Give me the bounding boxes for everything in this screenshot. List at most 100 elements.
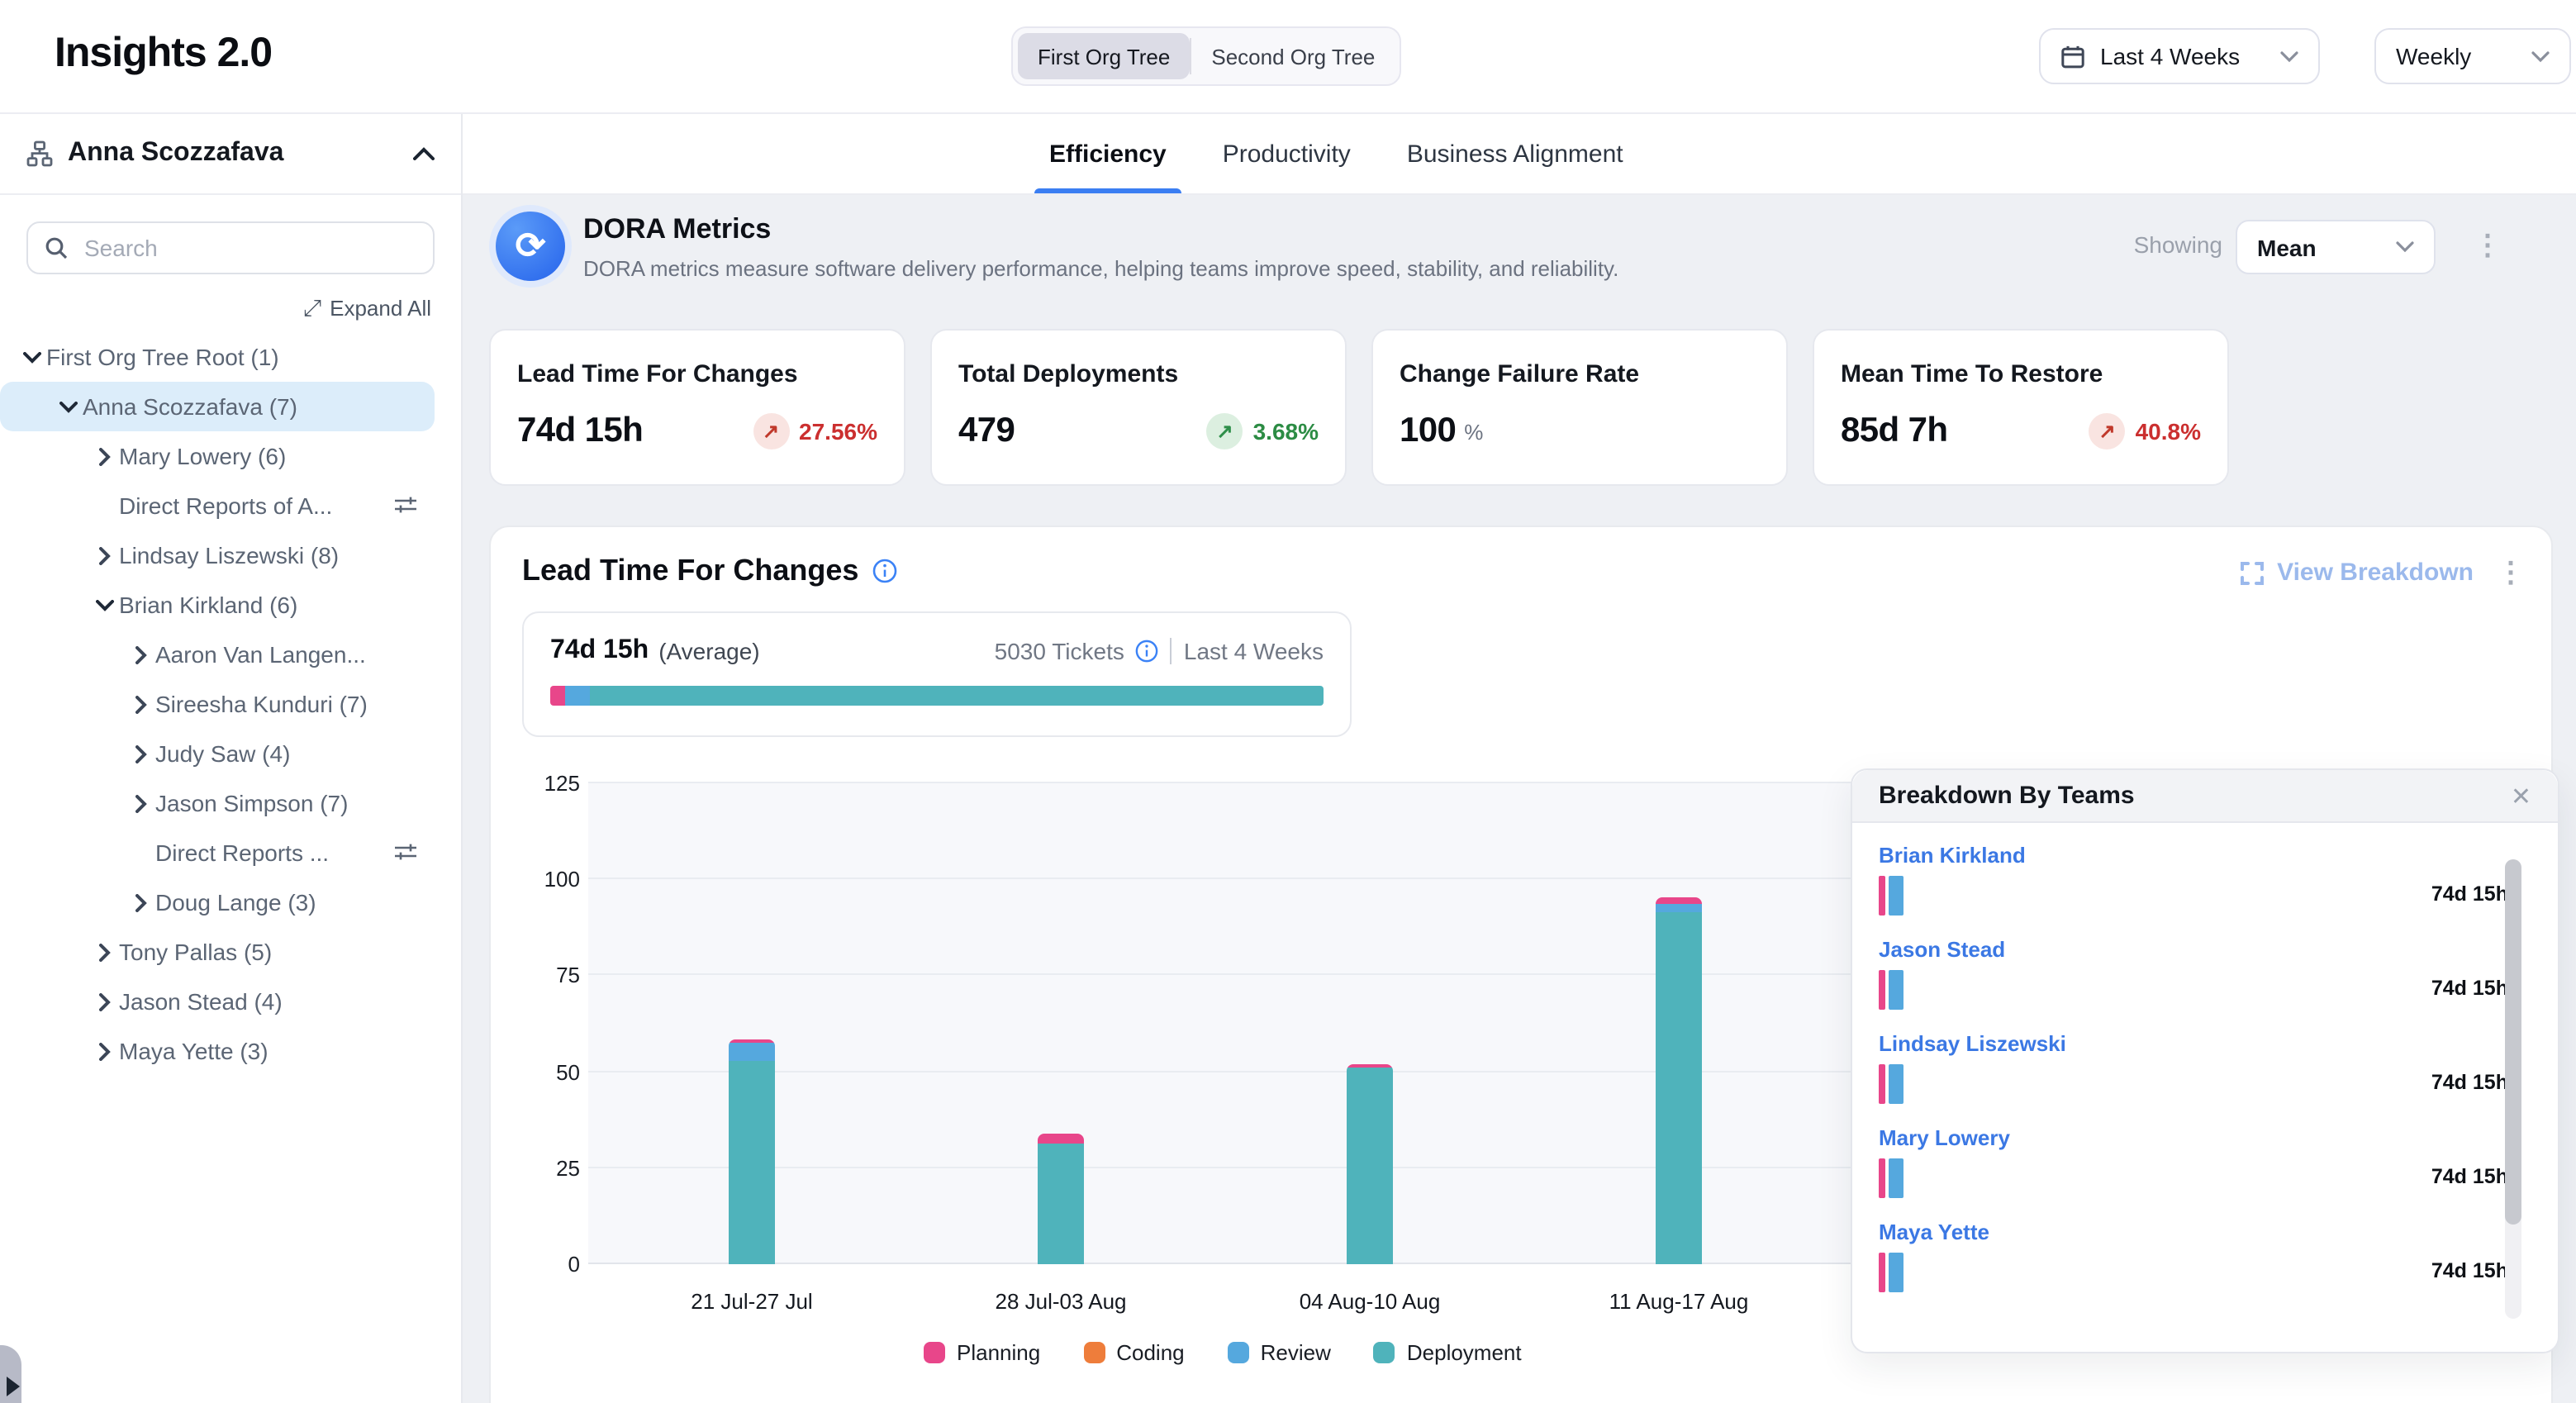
team-bar-segment-planning — [1879, 876, 1885, 916]
team-bar-segment-planning — [1879, 1064, 1885, 1104]
tree-item-maya-yette[interactable]: Maya Yette (3) — [0, 1026, 435, 1076]
main-area: Efficiency Productivity Business Alignment… — [463, 114, 2576, 1403]
team-row-jason-stead: Jason Stead 74d 15h — [1879, 937, 2508, 1010]
collapse-sidebar-icon[interactable] — [413, 147, 435, 160]
granularity-value: Weekly — [2396, 43, 2471, 69]
bar-segment — [1347, 1068, 1393, 1264]
tree-item-label: Mary Lowery (6) — [119, 443, 286, 469]
tree-item-jason-stead[interactable]: Jason Stead (4) — [0, 977, 435, 1026]
tree-chevron-right-icon[interactable] — [126, 744, 155, 763]
sidebar-resize-handle[interactable] — [0, 1345, 21, 1403]
tree-chevron-right-icon[interactable] — [89, 1042, 119, 1060]
average-value: 74d 15h — [550, 636, 649, 666]
search-input[interactable] — [81, 233, 416, 263]
x-tick-label: 28 Jul-03 Aug — [995, 1289, 1126, 1314]
team-name-link[interactable]: Maya Yette — [1879, 1220, 2508, 1244]
tree-item-doug-lange[interactable]: Doug Lange (3) — [0, 877, 435, 927]
tree-item-jason-simpson[interactable]: Jason Simpson (7) — [0, 778, 435, 828]
close-icon[interactable]: ✕ — [2511, 781, 2531, 811]
info-icon[interactable] — [1136, 640, 1159, 663]
tree-chevron-down-icon[interactable] — [53, 401, 83, 412]
dora-menu-button[interactable]: ⋮ — [2474, 231, 2502, 259]
tree-item-sireesha-kunduri[interactable]: Sireesha Kunduri (7) — [0, 679, 435, 729]
tab-productivity[interactable]: Productivity — [1223, 114, 1351, 193]
bar-04-aug-10-aug[interactable] — [1347, 1064, 1393, 1264]
view-breakdown-button[interactable]: View Breakdown — [2241, 559, 2474, 587]
legend-item-deployment[interactable]: Deployment — [1374, 1340, 1522, 1365]
team-value: 74d 15h — [2431, 1071, 2508, 1094]
tree-item-first-org-tree-root[interactable]: First Org Tree Root (1) — [0, 332, 435, 382]
scrollbar-track[interactable] — [2505, 859, 2521, 1319]
tree-chevron-right-icon[interactable] — [89, 447, 119, 465]
legend-swatch — [1083, 1342, 1105, 1363]
bar-segment — [729, 1060, 775, 1264]
org-toggle-option-1[interactable]: First Org Tree — [1018, 33, 1190, 79]
scrollbar-thumb[interactable] — [2505, 859, 2521, 1225]
tree-chevron-right-icon[interactable] — [126, 893, 155, 911]
date-range-select[interactable]: Last 4 Weeks — [2039, 28, 2320, 84]
team-phase-bar: 74d 15h — [1879, 1064, 2445, 1104]
tree-chevron-right-icon[interactable] — [126, 645, 155, 663]
team-name-link[interactable]: Mary Lowery — [1879, 1125, 2508, 1150]
filter-sliders-icon[interactable] — [393, 492, 418, 517]
tree-item-label: Jason Simpson (7) — [155, 790, 348, 816]
trend-up-icon: ↗ — [2089, 413, 2126, 449]
legend-swatch — [1228, 1342, 1249, 1363]
legend-item-coding[interactable]: Coding — [1083, 1340, 1184, 1365]
legend-item-review[interactable]: Review — [1228, 1340, 1331, 1365]
tree-chevron-down-icon[interactable] — [17, 351, 46, 363]
content-area: ⟳ DORA Metrics DORA metrics measure soft… — [463, 195, 2576, 1403]
team-row-brian-kirkland: Brian Kirkland74d 15h — [1879, 843, 2508, 916]
team-value: 74d 15h — [2431, 1165, 2508, 1188]
tree-item-judy-saw[interactable]: Judy Saw (4) — [0, 729, 435, 778]
section-menu-button[interactable]: ⋮ — [2497, 559, 2525, 587]
tree-item-brian-kirkland[interactable]: Brian Kirkland (6) — [0, 580, 435, 630]
tree-chevron-down-icon[interactable] — [89, 599, 119, 611]
team-name-link[interactable]: Brian Kirkland — [1879, 843, 2508, 868]
tree-chevron-right-icon[interactable] — [126, 794, 155, 812]
tickets-count: 5030 Tickets — [995, 638, 1124, 664]
expand-all-label: Expand All — [330, 296, 431, 321]
filter-sliders-icon[interactable] — [393, 839, 418, 864]
info-icon[interactable] — [872, 559, 896, 583]
sidebar-user-name: Anna Scozzafava — [68, 139, 398, 169]
tree-item-lindsay-liszewski[interactable]: Lindsay Liszewski (8) — [0, 530, 435, 580]
org-tree: First Org Tree Root (1)Anna Scozzafava (… — [0, 332, 461, 1076]
tab-business-alignment[interactable]: Business Alignment — [1407, 114, 1623, 193]
section-title: Lead Time For Changes — [522, 554, 858, 588]
team-bar-segment-review — [1889, 1253, 1903, 1292]
org-toggle-option-2[interactable]: Second Org Tree — [1191, 33, 1395, 79]
tree-item-direct-reports[interactable]: Direct Reports ... — [0, 828, 435, 877]
tree-item-tony-pallas[interactable]: Tony Pallas (5) — [0, 927, 435, 977]
team-bar-segment-planning — [1879, 1158, 1885, 1198]
tree-chevron-right-icon[interactable] — [126, 695, 155, 713]
bar-28-jul-03-aug[interactable] — [1038, 1134, 1084, 1264]
expand-all-button[interactable]: ⤢ Expand All — [30, 294, 431, 322]
tree-item-anna-scozzafava[interactable]: Anna Scozzafava (7) — [0, 382, 435, 431]
metric-title: Total Deployments — [958, 360, 1319, 388]
tree-chevron-right-icon[interactable] — [89, 546, 119, 564]
tree-chevron-right-icon[interactable] — [89, 992, 119, 1011]
team-name-link[interactable]: Lindsay Liszewski — [1879, 1031, 2508, 1056]
team-row-lindsay-liszewski: Lindsay Liszewski 74d 15h — [1879, 1031, 2508, 1104]
tab-efficiency[interactable]: Efficiency — [1049, 114, 1167, 193]
team-name-link[interactable]: Jason Stead — [1879, 937, 2508, 962]
team-bar-segment-review — [1889, 876, 1903, 916]
team-bar-segment-review — [1889, 970, 1903, 1010]
aggregation-select[interactable]: Mean — [2236, 220, 2436, 274]
granularity-select[interactable]: Weekly — [2374, 28, 2571, 84]
calendar-icon — [2060, 44, 2085, 69]
tree-item-aaron-van-langen[interactable]: Aaron Van Langen... — [0, 630, 435, 679]
tree-item-mary-lowery[interactable]: Mary Lowery (6) — [0, 431, 435, 481]
tree-item-direct-reports-of-a[interactable]: Direct Reports of A... — [0, 481, 435, 530]
bar-21-jul-27-jul[interactable] — [729, 1039, 775, 1264]
tree-chevron-right-icon[interactable] — [89, 943, 119, 961]
main-tabs: Efficiency Productivity Business Alignment — [463, 114, 2576, 195]
legend-item-planning[interactable]: Planning — [924, 1340, 1040, 1365]
tree-item-label: Brian Kirkland (6) — [119, 592, 297, 618]
bar-segment — [1656, 912, 1702, 1264]
metric-value: 85d 7h — [1841, 411, 1947, 451]
bar-11-aug-17-aug[interactable] — [1656, 896, 1702, 1264]
metric-cards: Lead Time For Changes74d 15h↗27.56%Total… — [489, 329, 2229, 486]
team-phase-bar: 74d 15h — [1879, 970, 2445, 1010]
